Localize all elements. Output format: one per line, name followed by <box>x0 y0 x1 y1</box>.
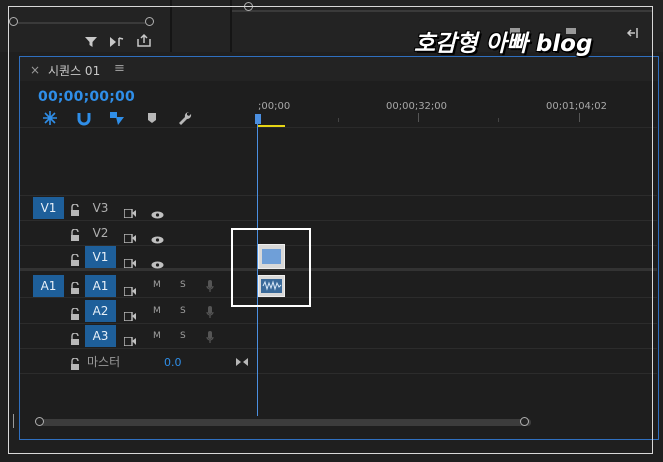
video-clip-icon[interactable] <box>258 244 285 269</box>
track-divider <box>20 348 657 349</box>
track-divider <box>20 373 657 374</box>
mic-icon[interactable] <box>206 278 214 292</box>
track-name-a2[interactable]: A2 <box>85 300 116 322</box>
playhead-handle[interactable] <box>255 114 261 124</box>
wrench-icon[interactable] <box>177 110 193 126</box>
solo-button[interactable]: S <box>180 331 186 341</box>
filter-icon[interactable] <box>84 34 98 48</box>
resize-handle[interactable] <box>8 414 14 428</box>
track-name-v1[interactable]: V1 <box>85 246 116 268</box>
master-volume[interactable]: 0.0 <box>164 356 182 369</box>
master-track-label: 마스터 <box>87 355 121 369</box>
timeline-zoom-scrollbar[interactable] <box>35 417 535 427</box>
ruler-divider <box>20 127 657 128</box>
solo-button[interactable]: S <box>180 306 186 316</box>
track-divider <box>20 297 657 298</box>
ruler-tick <box>418 113 419 122</box>
lock-icon[interactable] <box>70 201 80 216</box>
lock-icon[interactable] <box>70 279 80 294</box>
audio-source-target[interactable]: A1 <box>33 275 64 297</box>
track-name-a1[interactable]: A1 <box>85 275 116 297</box>
lock-icon[interactable] <box>70 330 80 345</box>
ruler-tick <box>338 118 339 122</box>
panel-divider <box>230 0 232 52</box>
export-frame-icon[interactable] <box>136 33 152 48</box>
ruler-tick <box>498 118 499 122</box>
sync-lock-icon[interactable] <box>123 306 136 322</box>
track-divider <box>20 323 657 324</box>
marker-icon[interactable] <box>144 110 160 126</box>
ruler-label: ;00;00 <box>258 101 291 112</box>
eye-icon[interactable] <box>151 254 164 269</box>
linked-selection-icon[interactable] <box>109 110 125 126</box>
mute-button[interactable]: M <box>153 280 161 290</box>
top-scroll-track <box>232 10 653 12</box>
playhead-timecode[interactable]: 00;00;00;00 <box>38 89 135 105</box>
video-source-target[interactable]: V1 <box>33 197 64 219</box>
track-name-v2[interactable]: V2 <box>85 222 116 244</box>
ruler-tick <box>579 113 580 122</box>
panel-menu-icon[interactable]: ≡ <box>114 61 125 76</box>
sync-lock-icon[interactable] <box>123 228 136 244</box>
lock-icon[interactable] <box>70 226 80 241</box>
blog-watermark: 호감형 아빠 blog <box>414 31 593 57</box>
close-tab-button[interactable]: × <box>30 63 40 77</box>
insert-icon[interactable] <box>109 34 125 48</box>
track-name-v3[interactable]: V3 <box>85 197 116 219</box>
video-audio-divider[interactable] <box>20 268 657 271</box>
nest-sequence-icon[interactable] <box>42 110 58 126</box>
top-scrollbar[interactable] <box>9 17 154 28</box>
audio-clip-icon[interactable] <box>258 275 285 297</box>
eye-icon[interactable] <box>151 229 164 244</box>
track-divider <box>20 220 657 221</box>
lock-icon[interactable] <box>70 305 80 320</box>
lock-icon[interactable] <box>70 251 80 266</box>
track-name-a3[interactable]: A3 <box>85 325 116 347</box>
lock-icon[interactable] <box>70 355 80 370</box>
solo-button[interactable]: S <box>180 280 186 290</box>
sync-lock-icon[interactable] <box>123 281 136 297</box>
sync-lock-icon[interactable] <box>123 253 136 269</box>
mic-icon[interactable] <box>206 329 214 343</box>
snap-magnet-icon[interactable] <box>76 110 92 126</box>
sync-lock-icon[interactable] <box>123 203 136 219</box>
go-to-end-icon[interactable] <box>236 352 248 366</box>
mic-icon[interactable] <box>206 304 214 318</box>
panel-divider <box>170 0 172 52</box>
sequence-tab-title[interactable]: 시퀀스 01 <box>48 62 100 79</box>
in-out-range-bar[interactable] <box>258 125 285 127</box>
mute-button[interactable]: M <box>153 331 161 341</box>
eye-icon[interactable] <box>151 204 164 219</box>
top-scroll-handle[interactable] <box>244 2 253 11</box>
ruler-label: 00;00;32;00 <box>386 101 448 112</box>
ruler-label: 00;01;04;02 <box>546 101 608 112</box>
go-to-in-icon[interactable] <box>626 24 640 38</box>
mute-button[interactable]: M <box>153 306 161 316</box>
track-divider <box>20 195 657 196</box>
sync-lock-icon[interactable] <box>123 331 136 347</box>
